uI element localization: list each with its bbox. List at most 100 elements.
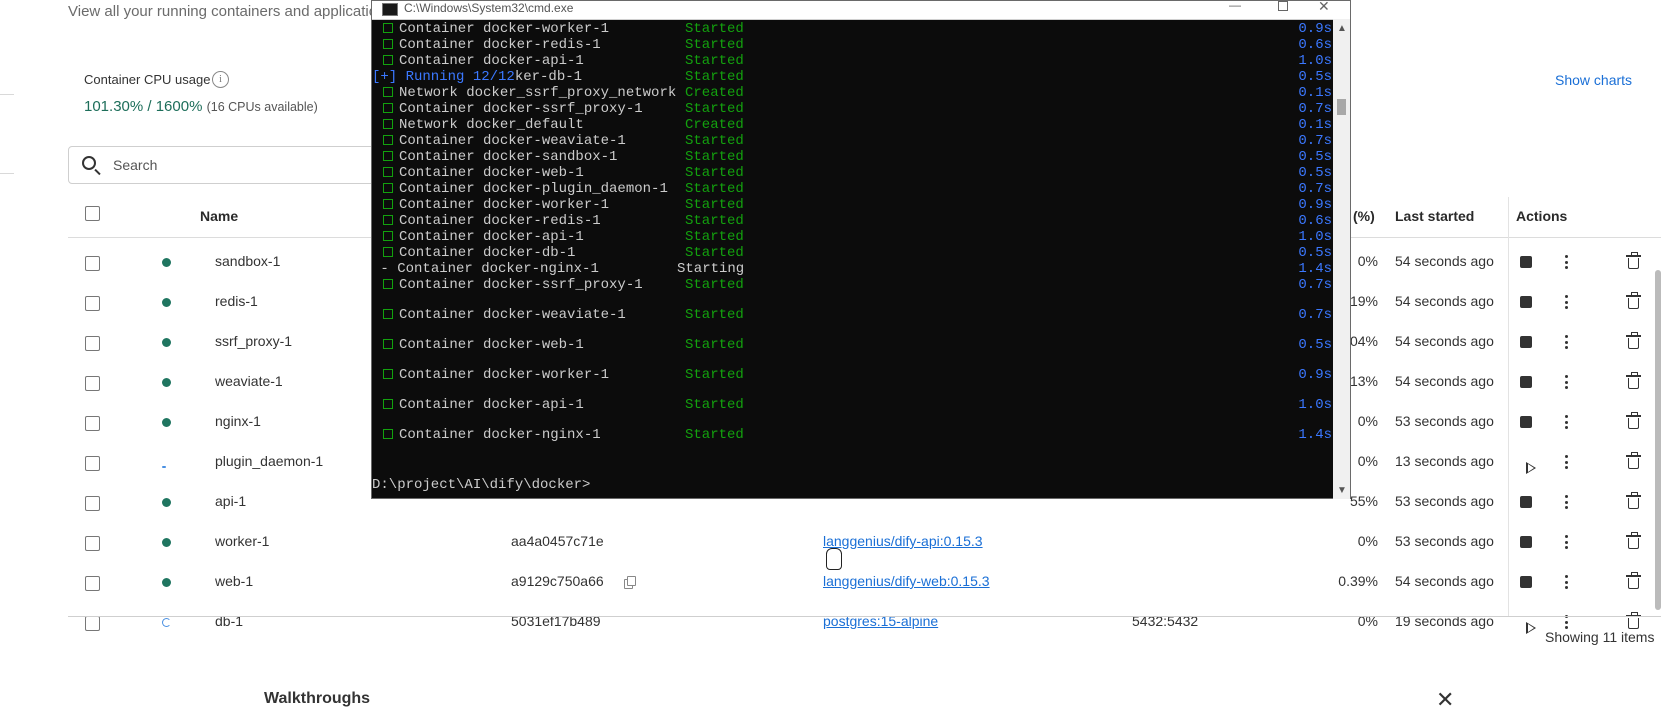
stop-icon[interactable] xyxy=(1520,536,1532,548)
image-link[interactable]: langgenius/dify-api:0.15.3 xyxy=(823,533,983,549)
scroll-down-icon[interactable]: ▼ xyxy=(1337,485,1347,496)
cmd-title-bar[interactable]: C:\Windows\System32\cmd.exe — ✕ xyxy=(372,0,1350,20)
container-name[interactable]: weaviate-1 xyxy=(215,373,283,389)
check-box-icon xyxy=(383,151,393,161)
container-name[interactable]: worker-1 xyxy=(215,533,269,549)
container-name[interactable]: web-1 xyxy=(215,573,253,589)
more-options-icon[interactable] xyxy=(1565,415,1568,429)
row-checkbox[interactable] xyxy=(85,536,100,551)
stop-icon[interactable] xyxy=(1520,496,1532,508)
row-checkbox[interactable] xyxy=(85,336,100,351)
info-icon[interactable]: i xyxy=(212,71,229,88)
row-checkbox[interactable] xyxy=(85,456,100,471)
row-checkbox[interactable] xyxy=(85,296,100,311)
row-checkbox[interactable] xyxy=(85,376,100,391)
console-line: Container docker-worker-1 Started 0.9s xyxy=(372,197,1332,213)
row-checkbox[interactable] xyxy=(85,616,100,631)
delete-icon[interactable] xyxy=(1626,412,1641,429)
column-header-name[interactable]: Name xyxy=(200,208,238,224)
console-line: Container docker-worker-1 Started 0.9s xyxy=(372,367,1332,383)
maximize-icon[interactable] xyxy=(1278,1,1288,11)
image-link[interactable]: langgenius/dify-web:0.15.3 xyxy=(823,573,990,589)
console-duration: 0.5s xyxy=(1298,337,1332,353)
row-checkbox[interactable] xyxy=(85,416,100,431)
cmd-window-title: C:\Windows\System32\cmd.exe xyxy=(404,1,574,15)
more-options-icon[interactable] xyxy=(1565,615,1568,629)
console-status: Started xyxy=(685,277,744,293)
check-box-icon xyxy=(383,135,393,145)
last-started: 53 seconds ago xyxy=(1395,533,1494,549)
delete-icon[interactable] xyxy=(1626,572,1641,589)
row-checkbox[interactable] xyxy=(85,576,100,591)
cmd-scrollbar[interactable]: ▲ ▼ xyxy=(1333,19,1350,499)
divider xyxy=(0,94,14,95)
check-box-icon xyxy=(383,119,393,129)
delete-icon[interactable] xyxy=(1626,252,1641,269)
console-duration: 1.0s xyxy=(1298,397,1332,413)
delete-icon[interactable] xyxy=(1626,492,1641,509)
last-started: 54 seconds ago xyxy=(1395,253,1494,269)
check-box-icon xyxy=(383,369,393,379)
delete-icon[interactable] xyxy=(1626,332,1641,349)
scroll-up-icon[interactable]: ▲ xyxy=(1337,23,1347,34)
container-name[interactable]: api-1 xyxy=(215,493,246,509)
column-header-last-started[interactable]: Last started xyxy=(1395,208,1474,224)
container-name[interactable]: sandbox-1 xyxy=(215,253,280,269)
console-line: Container docker-redis-1 Started 0.6s xyxy=(372,37,1332,53)
minimize-icon[interactable]: — xyxy=(1229,0,1241,12)
stop-icon[interactable] xyxy=(1520,256,1532,268)
stop-icon[interactable] xyxy=(1520,416,1532,428)
column-header-cpu[interactable]: (%) xyxy=(1353,208,1375,224)
more-options-icon[interactable] xyxy=(1565,295,1568,309)
page-scrollbar[interactable] xyxy=(1655,270,1661,610)
table-row[interactable]: db-1 5031ef17b489 postgres:15-alpine 5432:5… xyxy=(68,602,1661,642)
table-row[interactable]: worker-1 aa4a0457c71e langgenius/dify-api:… xyxy=(68,522,1661,562)
container-name[interactable]: plugin_daemon-1 xyxy=(215,453,323,469)
console-duration: 0.5s xyxy=(1298,69,1332,85)
kebab-dot xyxy=(1565,375,1568,378)
console-text: Container docker-worker-1 xyxy=(399,197,610,213)
more-options-icon[interactable] xyxy=(1565,255,1568,269)
row-checkbox[interactable] xyxy=(85,496,100,511)
cmd-window[interactable]: C:\Windows\System32\cmd.exe — ✕ Containe… xyxy=(371,0,1351,499)
more-options-icon[interactable] xyxy=(1565,495,1568,509)
play-icon[interactable] xyxy=(1526,622,1536,634)
close-icon[interactable]: ✕ xyxy=(1436,689,1454,711)
console-status: Started xyxy=(685,181,744,197)
cmd-console-output[interactable]: Container docker-worker-1 Started 0.9s Cont… xyxy=(372,19,1333,499)
console-text: Network docker_ssrf_proxy_network xyxy=(399,85,677,101)
table-row[interactable]: web-1 a9129c750a66 langgenius/dify-web:0.1… xyxy=(68,562,1661,602)
delete-icon[interactable] xyxy=(1626,452,1641,469)
console-status: Started xyxy=(685,53,744,69)
delete-icon[interactable] xyxy=(1626,372,1641,389)
stop-icon[interactable] xyxy=(1520,376,1532,388)
container-name[interactable]: nginx-1 xyxy=(215,413,261,429)
delete-icon[interactable] xyxy=(1626,612,1641,629)
kebab-dot xyxy=(1565,495,1568,498)
show-charts-link[interactable]: Show charts xyxy=(1555,72,1632,88)
select-all-checkbox[interactable] xyxy=(85,206,100,221)
console-prompt[interactable]: D:\project\AI\dify\docker> xyxy=(372,477,590,493)
more-options-icon[interactable] xyxy=(1565,575,1568,589)
delete-icon[interactable] xyxy=(1626,532,1641,549)
more-options-icon[interactable] xyxy=(1565,375,1568,389)
stop-icon[interactable] xyxy=(1520,336,1532,348)
container-name[interactable]: ssrf_proxy-1 xyxy=(215,333,292,349)
stop-icon[interactable] xyxy=(1520,296,1532,308)
console-duration: 1.4s xyxy=(1298,261,1332,277)
close-window-icon[interactable]: ✕ xyxy=(1318,0,1330,15)
row-checkbox[interactable] xyxy=(85,256,100,271)
delete-icon[interactable] xyxy=(1626,292,1641,309)
more-options-icon[interactable] xyxy=(1565,535,1568,549)
check-box-icon xyxy=(383,279,393,289)
console-text: Container docker-web-1 xyxy=(399,165,584,181)
more-options-icon[interactable] xyxy=(1565,455,1568,469)
cmd-scroll-thumb[interactable] xyxy=(1337,99,1346,115)
walkthroughs-title: Walkthroughs xyxy=(264,690,371,707)
container-name[interactable]: redis-1 xyxy=(215,293,258,309)
stop-icon[interactable] xyxy=(1520,576,1532,588)
copy-icon[interactable] xyxy=(624,576,636,589)
console-text: Container docker-redis-1 xyxy=(399,213,601,229)
more-options-icon[interactable] xyxy=(1565,335,1568,349)
play-icon[interactable] xyxy=(1526,462,1536,474)
